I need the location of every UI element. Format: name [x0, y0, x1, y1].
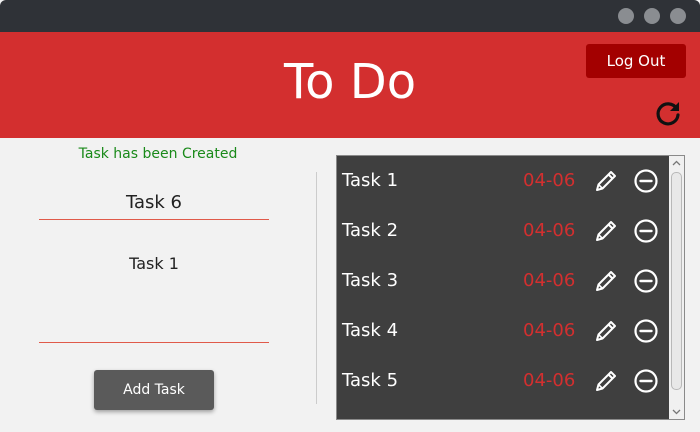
window-maximize-button[interactable]	[644, 8, 660, 24]
task-name: Task 5	[342, 370, 399, 391]
task-row[interactable]: Task 4 04-06	[337, 306, 669, 356]
edit-task-button[interactable]	[593, 168, 619, 194]
pencil-icon	[596, 321, 616, 341]
task-row[interactable]: Task 5 04-06	[337, 356, 669, 406]
task-list[interactable]: Task 1 04-06 Task 2 04-06 Task 3 04-06 Task 4 0…	[336, 155, 685, 420]
edit-task-button[interactable]	[593, 268, 619, 294]
task-date: 04-06	[523, 220, 576, 241]
task-name: Task 3	[342, 270, 399, 291]
remove-task-button[interactable]	[633, 318, 659, 344]
task-date: 04-06	[523, 170, 576, 191]
scroll-down-arrow-icon[interactable]	[672, 407, 681, 416]
edit-task-button[interactable]	[593, 318, 619, 344]
task-row[interactable]: Task 3 04-06	[337, 256, 669, 306]
task-date: 04-06	[523, 370, 576, 391]
scroll-thumb[interactable]	[671, 172, 682, 390]
edit-task-button[interactable]	[593, 218, 619, 244]
window-titlebar	[0, 0, 700, 32]
remove-task-button[interactable]	[633, 268, 659, 294]
pencil-icon	[596, 371, 616, 391]
panel-divider	[316, 172, 317, 404]
scroll-up-arrow-icon[interactable]	[672, 159, 681, 168]
remove-task-button[interactable]	[633, 368, 659, 394]
refresh-icon	[656, 102, 680, 126]
status-message: Task has been Created	[78, 146, 238, 162]
minus-circle-icon	[634, 319, 658, 343]
pencil-icon	[596, 171, 616, 191]
pencil-icon	[596, 221, 616, 241]
remove-task-button[interactable]	[633, 168, 659, 194]
edit-task-button[interactable]	[593, 368, 619, 394]
app-header: To Do Log Out	[0, 32, 700, 138]
task-row[interactable]: Task 1 04-06	[337, 156, 669, 206]
minus-circle-icon	[634, 269, 658, 293]
task-row[interactable]: Task 2 04-06	[337, 206, 669, 256]
minus-circle-icon	[634, 369, 658, 393]
add-task-button[interactable]: Add Task	[94, 370, 214, 410]
remove-task-button[interactable]	[633, 218, 659, 244]
pencil-icon	[596, 271, 616, 291]
logout-button[interactable]: Log Out	[586, 44, 686, 78]
task-title-input[interactable]	[39, 186, 269, 220]
refresh-button[interactable]	[652, 98, 684, 130]
minus-circle-icon	[634, 219, 658, 243]
task-name: Task 4	[342, 320, 399, 341]
task-list-scrollbar[interactable]	[669, 156, 684, 419]
task-date: 04-06	[523, 320, 576, 341]
window-minimize-button[interactable]	[618, 8, 634, 24]
task-description-input[interactable]: Task 1	[39, 244, 269, 343]
task-date: 04-06	[523, 270, 576, 291]
window-close-button[interactable]	[670, 8, 686, 24]
minus-circle-icon	[634, 169, 658, 193]
task-name: Task 1	[342, 170, 399, 191]
task-name: Task 2	[342, 220, 399, 241]
